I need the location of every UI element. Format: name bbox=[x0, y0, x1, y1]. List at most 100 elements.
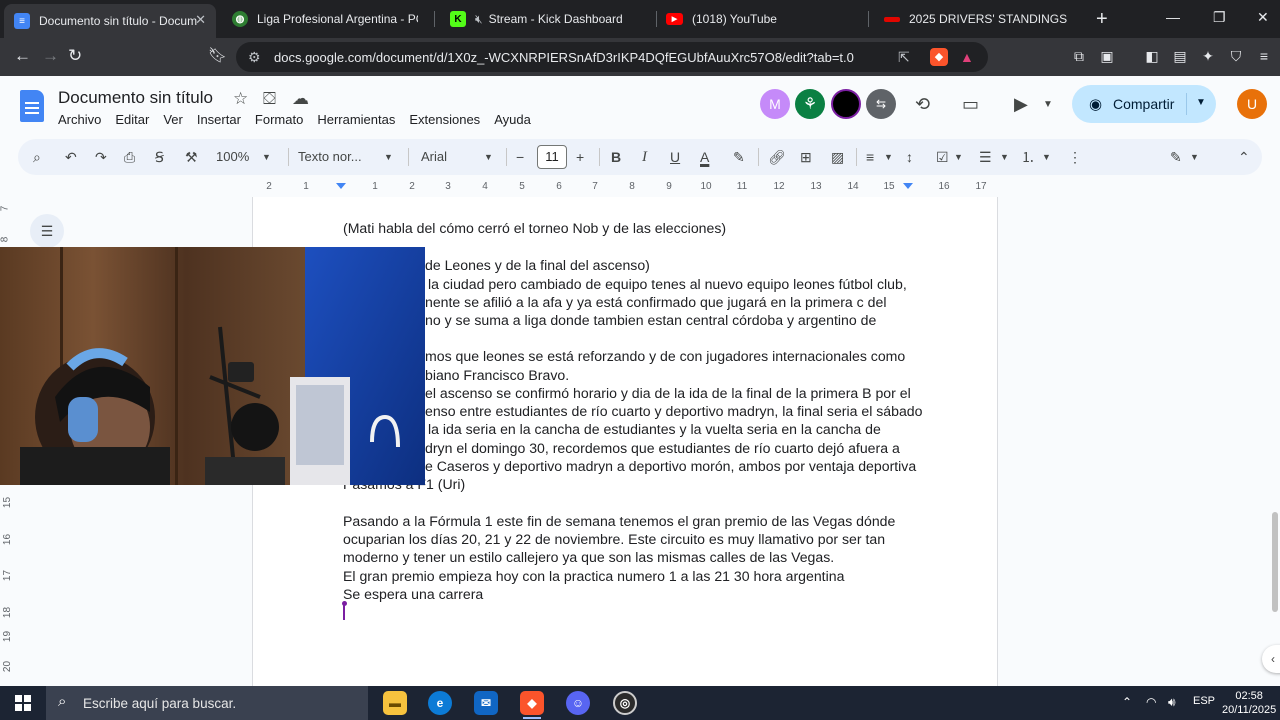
sidebar-icon[interactable]: ◧ bbox=[1144, 48, 1160, 64]
chevron-down-icon[interactable]: ▼ bbox=[1196, 97, 1206, 108]
zoom-select[interactable]: 100% bbox=[216, 148, 249, 166]
anonymous-avatar[interactable] bbox=[831, 89, 861, 119]
address-bar[interactable]: ⚙ docs.google.com/document/d/1X0z_-WCXNR… bbox=[236, 42, 988, 72]
menu-icon[interactable]: ≡ bbox=[1256, 48, 1272, 64]
document-title[interactable]: Documento sin título bbox=[58, 88, 213, 108]
windows-start-button[interactable] bbox=[15, 695, 31, 711]
align-icon[interactable]: ≡ bbox=[866, 148, 874, 166]
left-indent-marker[interactable] bbox=[336, 183, 346, 189]
chevron-down-icon[interactable]: ▼ bbox=[1042, 148, 1051, 166]
share-button[interactable]: ◉ Compartir ▼ bbox=[1072, 85, 1216, 123]
paint-format-icon[interactable]: ⚒ bbox=[185, 148, 198, 166]
menu-extensiones[interactable]: Extensiones bbox=[409, 112, 480, 127]
wallet-icon[interactable]: ▤ bbox=[1172, 48, 1188, 64]
taskbar-clock[interactable]: 02:58 20/11/2025 bbox=[1222, 689, 1276, 717]
account-avatar[interactable]: U bbox=[1237, 89, 1267, 119]
window-close-button[interactable]: ✕ bbox=[1257, 9, 1269, 26]
chevron-down-icon[interactable]: ▼ bbox=[954, 148, 963, 166]
google-docs-logo[interactable] bbox=[20, 90, 44, 122]
bold-button[interactable]: B bbox=[611, 148, 621, 166]
tab-youtube[interactable]: ▶ (1018) YouTube bbox=[656, 4, 864, 34]
font-family-select[interactable]: Arial bbox=[421, 148, 447, 166]
menu-ver[interactable]: Ver bbox=[163, 112, 183, 127]
taskbar-search-box[interactable]: ⌕ Escribe aquí para buscar. bbox=[46, 686, 368, 720]
vertical-scrollbar[interactable] bbox=[1272, 512, 1278, 612]
tab-liga-profesional[interactable]: ◍ Liga Profesional Argentina - POSIC bbox=[222, 4, 428, 34]
font-size-input[interactable]: 11 bbox=[537, 145, 567, 169]
language-indicator[interactable]: ESP bbox=[1193, 695, 1215, 707]
chevron-down-icon[interactable]: ▼ bbox=[262, 148, 271, 166]
highlight-icon[interactable]: ✎ bbox=[733, 148, 745, 166]
insert-image-icon[interactable]: ▨ bbox=[831, 148, 844, 166]
chevron-down-icon[interactable]: ▼ bbox=[1000, 148, 1009, 166]
decrease-font-size-button[interactable]: − bbox=[516, 148, 524, 166]
increase-font-size-button[interactable]: + bbox=[576, 148, 584, 166]
share-page-icon[interactable]: ⇱ bbox=[898, 49, 910, 66]
forward-button[interactable]: → bbox=[42, 46, 59, 66]
menu-insertar[interactable]: Insertar bbox=[197, 112, 241, 127]
collaborator-avatar[interactable]: M bbox=[760, 89, 790, 119]
leo-ai-icon[interactable]: ✦ bbox=[1200, 48, 1216, 64]
brave-shields-icon[interactable]: ◆ bbox=[930, 48, 948, 66]
paragraph-style-select[interactable]: Texto nor... bbox=[298, 148, 362, 166]
new-tab-button[interactable]: + bbox=[1096, 8, 1108, 31]
text-color-button[interactable]: A bbox=[700, 148, 709, 166]
more-collaborators-icon[interactable]: ⇆ bbox=[866, 89, 896, 119]
star-icon[interactable]: ☆ bbox=[233, 89, 248, 109]
extensions-icon[interactable]: ⧉ bbox=[1071, 48, 1087, 64]
right-indent-marker[interactable] bbox=[903, 183, 913, 189]
menu-formato[interactable]: Formato bbox=[255, 112, 303, 127]
bookmark-icon[interactable]: 🔖︎ bbox=[208, 46, 227, 64]
bulleted-list-icon[interactable]: ☰ bbox=[979, 148, 992, 166]
search-menus-icon[interactable]: ⌕ bbox=[33, 148, 41, 166]
meet-icon[interactable]: ▶ bbox=[1014, 94, 1028, 115]
editing-mode-icon[interactable]: ✎ bbox=[1170, 148, 1182, 166]
anonymous-avatar[interactable]: ⚘ bbox=[795, 89, 825, 119]
brave-rewards-icon[interactable]: ▲ bbox=[960, 49, 974, 65]
chevron-down-icon[interactable]: ▼ bbox=[384, 148, 393, 166]
vpn-icon[interactable]: ⛉ bbox=[1228, 48, 1244, 64]
tab-kick-dashboard[interactable]: K 🔇︎ Stream - Kick Dashboard bbox=[440, 4, 650, 34]
site-info-icon[interactable]: ⚙ bbox=[248, 49, 261, 66]
side-panel-toggle[interactable]: ‹ bbox=[1262, 645, 1280, 673]
discord-icon[interactable]: ☺ bbox=[566, 691, 590, 715]
volume-icon[interactable]: 🔊︎ bbox=[1168, 695, 1176, 710]
print-icon[interactable]: ⎙ bbox=[124, 148, 135, 166]
italic-button[interactable]: I bbox=[642, 148, 647, 166]
menu-editar[interactable]: Editar bbox=[115, 112, 149, 127]
checklist-icon[interactable]: ☑ bbox=[936, 148, 949, 166]
comments-icon[interactable]: ▭ bbox=[962, 94, 979, 115]
document-outline-button[interactable]: ☰ bbox=[30, 214, 64, 248]
brave-icon[interactable]: ◆ bbox=[520, 691, 544, 715]
obs-icon[interactable]: ◎ bbox=[613, 691, 637, 715]
minimize-button[interactable]: — bbox=[1166, 9, 1180, 25]
close-icon[interactable]: ✕ bbox=[195, 12, 206, 28]
spellcheck-icon[interactable]: Ꞩ bbox=[155, 148, 164, 166]
redo-icon[interactable]: ↷ bbox=[95, 148, 107, 166]
version-history-icon[interactable]: ⟲ bbox=[915, 94, 930, 115]
undo-icon[interactable]: ↶ bbox=[65, 148, 77, 166]
move-folder-icon[interactable]: ⛋ bbox=[263, 89, 276, 109]
insert-link-icon[interactable]: 🔗︎ bbox=[768, 148, 786, 166]
tab-f1-standings[interactable]: 2025 DRIVERS' STANDINGS bbox=[874, 4, 1082, 34]
reload-button[interactable]: ↻ bbox=[68, 46, 82, 66]
underline-button[interactable]: U bbox=[670, 148, 680, 166]
wifi-icon[interactable]: ◠ bbox=[1146, 695, 1156, 709]
hide-menus-icon[interactable]: ⌃ bbox=[1238, 148, 1250, 166]
edge-icon[interactable]: e bbox=[428, 691, 452, 715]
numbered-list-icon[interactable]: ⒈ bbox=[1021, 148, 1035, 166]
back-button[interactable]: ← bbox=[14, 46, 31, 66]
mail-icon[interactable]: ✉ bbox=[474, 691, 498, 715]
line-spacing-icon[interactable]: ↕ bbox=[906, 148, 913, 166]
tab-google-docs[interactable]: ≡ Documento sin título - Docum ✕ bbox=[4, 4, 216, 38]
menu-archivo[interactable]: Archivo bbox=[58, 112, 101, 127]
chevron-down-icon[interactable]: ▼ bbox=[1043, 99, 1053, 110]
menu-herramientas[interactable]: Herramientas bbox=[317, 112, 395, 127]
file-explorer-icon[interactable]: ▬ bbox=[383, 691, 407, 715]
menu-ayuda[interactable]: Ayuda bbox=[494, 112, 531, 127]
tab-search-icon[interactable]: ▣ bbox=[1099, 48, 1115, 64]
chevron-up-icon[interactable]: ⌃ bbox=[1122, 695, 1132, 709]
add-comment-icon[interactable]: ⊞ bbox=[800, 148, 812, 166]
cloud-saved-icon[interactable]: ☁ bbox=[292, 89, 309, 109]
chevron-down-icon[interactable]: ▼ bbox=[484, 148, 493, 166]
